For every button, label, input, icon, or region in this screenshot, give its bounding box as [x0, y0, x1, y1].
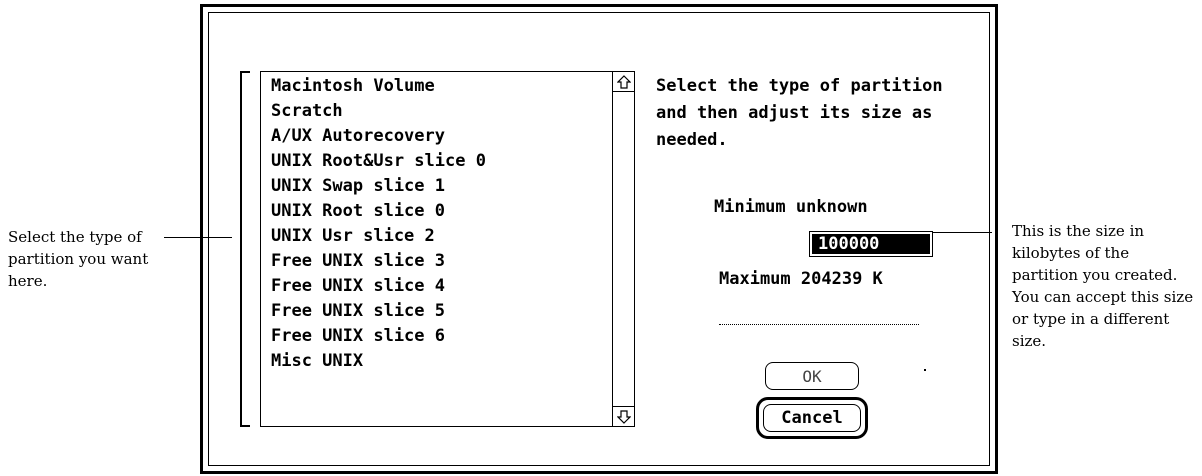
partition-size-value[interactable]: 100000: [812, 234, 930, 254]
minimum-value: unknown: [795, 197, 868, 217]
maximum-value: 204239 K: [800, 269, 883, 289]
down-arrow-icon: [616, 409, 631, 424]
list-item[interactable]: Free UNIX slice 5: [271, 299, 604, 324]
right-callout-line: [932, 232, 992, 233]
maximum-size-label: Maximum 204239 K: [719, 269, 883, 289]
minimum-label: Minimum: [714, 197, 786, 217]
list-item[interactable]: Free UNIX slice 3: [271, 249, 604, 274]
minimum-size-label: Minimum unknown: [714, 197, 868, 217]
list-item[interactable]: UNIX Root&Usr slice 0: [271, 149, 604, 174]
cancel-button[interactable]: Cancel: [763, 404, 861, 432]
up-arrow-icon: [616, 74, 631, 89]
list-bracket: [240, 71, 250, 427]
dialog-inner-border: Macintosh Volume Scratch A/UX Autorecove…: [208, 12, 990, 466]
partition-dialog: Macintosh Volume Scratch A/UX Autorecove…: [200, 4, 998, 474]
list-item[interactable]: Macintosh Volume: [271, 74, 604, 99]
instructions-text: Select the type of partition and then ad…: [656, 76, 943, 150]
left-callout-text: Select the type of partition you want he…: [8, 228, 149, 290]
list-item[interactable]: UNIX Root slice 0: [271, 199, 604, 224]
divider: [719, 324, 919, 325]
ok-button[interactable]: OK: [765, 362, 859, 390]
list-item[interactable]: Misc UNIX: [271, 349, 604, 374]
scroll-up-button[interactable]: [613, 72, 634, 92]
partition-size-input[interactable]: 100000: [809, 231, 933, 257]
right-callout-text: This is the size in kilobytes of the par…: [1012, 222, 1194, 350]
list-item[interactable]: UNIX Swap slice 1: [271, 174, 604, 199]
list-item[interactable]: Scratch: [271, 99, 604, 124]
scroll-down-button[interactable]: [613, 406, 634, 426]
list-item[interactable]: UNIX Usr slice 2: [271, 224, 604, 249]
list-item[interactable]: A/UX Autorecovery: [271, 124, 604, 149]
partition-type-items: Macintosh Volume Scratch A/UX Autorecove…: [271, 74, 604, 374]
partition-type-list[interactable]: Macintosh Volume Scratch A/UX Autorecove…: [260, 71, 635, 427]
list-item[interactable]: Free UNIX slice 4: [271, 274, 604, 299]
list-item[interactable]: Free UNIX slice 6: [271, 324, 604, 349]
left-callout-line: [164, 237, 232, 238]
decorative-dot: [924, 369, 926, 371]
maximum-label: Maximum: [719, 269, 791, 289]
list-scrollbar[interactable]: [612, 72, 634, 426]
default-button-outline: Cancel: [756, 397, 868, 439]
